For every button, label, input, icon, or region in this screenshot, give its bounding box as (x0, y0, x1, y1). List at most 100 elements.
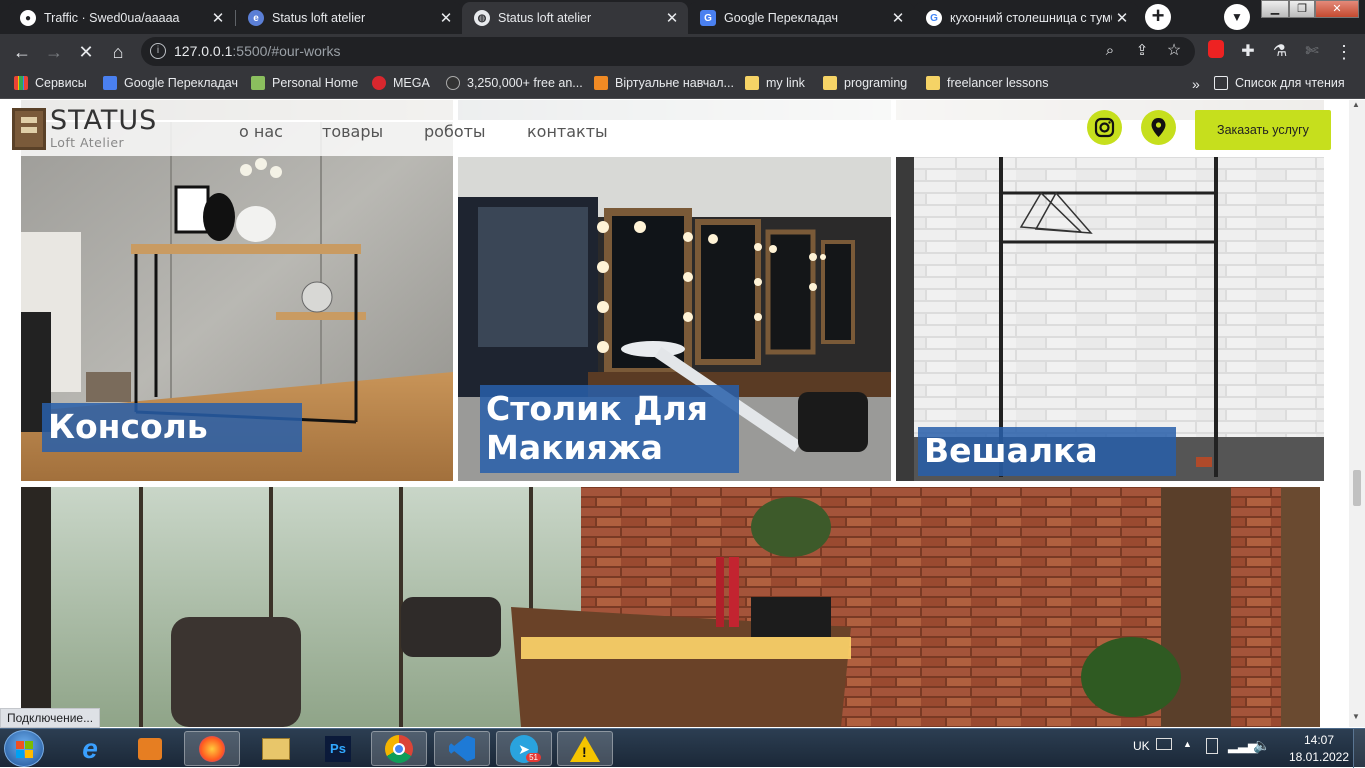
work-photo-salon[interactable] (21, 487, 1320, 727)
bookmark-folder-programing[interactable]: programing (823, 76, 907, 90)
bookmark-label: Віртуальне навчал... (615, 76, 734, 90)
extensions-icon[interactable]: ✚ (1236, 40, 1260, 64)
tab-google-search[interactable]: G кухонний столешница с тумб ✕ (914, 2, 1138, 34)
logo-mark-icon[interactable] (12, 108, 46, 150)
nav-about[interactable]: о нас (239, 122, 283, 141)
bookmark-translate[interactable]: Google Перекладач (103, 76, 238, 90)
back-icon[interactable]: ← (10, 40, 34, 64)
reading-list-button[interactable]: Список для чтения (1214, 76, 1345, 90)
folder-icon (745, 76, 759, 90)
map-pin-icon[interactable] (1141, 110, 1176, 145)
tab-status-1[interactable]: e Status loft atelier ✕ (236, 2, 462, 34)
close-icon[interactable]: ✕ (1112, 9, 1132, 27)
tab-translate[interactable]: G Google Перекладач ✕ (688, 2, 914, 34)
close-icon[interactable]: ✕ (436, 9, 456, 27)
internet-explorer-icon[interactable]: e (62, 731, 118, 766)
tab-title: Traffic · Swed0ua/aaaaa (44, 11, 180, 25)
tab-github[interactable]: ● Traffic · Swed0ua/aaaaa ✕ (8, 2, 234, 34)
chrome-icon[interactable] (371, 731, 427, 766)
bookmark-mega[interactable]: MEGA (372, 76, 430, 90)
maximize-button[interactable]: ❐ (1289, 0, 1315, 18)
bookmark-folder-my-link[interactable]: my link (745, 76, 805, 90)
folder-icon (823, 76, 837, 90)
scroll-down-icon[interactable]: ▼ (1352, 712, 1360, 721)
url-host: 127.0.0.1 (174, 43, 233, 59)
file-explorer-icon[interactable] (248, 731, 304, 766)
close-icon[interactable]: ✕ (662, 9, 682, 27)
folder-icon (926, 76, 940, 90)
bookmark-folder-freelancer[interactable]: freelancer lessons (926, 76, 1048, 90)
bookmark-star-icon[interactable]: ☆ (1162, 39, 1186, 63)
stop-loading-icon[interactable]: ✕ (74, 40, 98, 64)
logo-title[interactable]: STATUS (50, 105, 157, 136)
page-viewport: Консоль Столик Для Макияжа Вешалка STATU… (0, 100, 1349, 727)
extension-red-icon[interactable] (1204, 40, 1228, 64)
google-translate-icon (103, 76, 117, 90)
scroll-up-icon[interactable]: ▲ (1352, 100, 1360, 109)
clock[interactable]: 14:07 18.01.2022 (1283, 733, 1355, 764)
scrollbar-thumb[interactable] (1353, 470, 1361, 506)
clock-time: 14:07 (1303, 733, 1335, 747)
close-icon[interactable]: ✕ (208, 9, 228, 27)
warning-app-icon[interactable]: ! (557, 731, 613, 766)
new-tab-button[interactable]: + (1145, 4, 1171, 30)
work-photo-console[interactable]: Консоль (21, 122, 453, 481)
share-icon[interactable]: ⇪ (1130, 39, 1154, 63)
volume-icon[interactable]: 🔈 (1253, 737, 1270, 754)
keyboard-icon[interactable] (1156, 738, 1172, 750)
work-caption: Консоль (42, 403, 302, 452)
page-scrollbar[interactable]: ▲ ▼ (1349, 100, 1365, 727)
clock-date: 18.01.2022 (1288, 750, 1350, 764)
close-window-button[interactable]: ✕ (1315, 0, 1359, 18)
google-translate-icon: G (700, 10, 716, 26)
battery-icon[interactable] (1206, 738, 1218, 754)
globe-icon: ◍ (474, 10, 490, 26)
bookmark-services[interactable]: Сервисы (14, 76, 87, 90)
bookmark-label: 3,250,000+ free an... (467, 76, 583, 90)
site-icon: e (248, 10, 264, 26)
bookmark-label: MEGA (393, 76, 430, 90)
bookmark-virtual[interactable]: Віртуальне навчал... (594, 76, 734, 90)
forward-icon[interactable]: → (42, 40, 66, 64)
firefox-icon[interactable] (184, 731, 240, 766)
site-info-icon[interactable]: i (150, 43, 166, 59)
bookmark-label: Google Перекладач (124, 76, 238, 90)
zoom-icon[interactable]: ⌕ (1098, 39, 1122, 63)
bookmark-personal-home[interactable]: Personal Home (251, 76, 358, 90)
work-photo-hanger[interactable]: Вешалка (896, 157, 1324, 481)
tab-title: Status loft atelier (498, 11, 592, 25)
bookmark-free-an[interactable]: 3,250,000+ free an... (446, 76, 583, 90)
nav-contacts[interactable]: контакты (527, 122, 608, 141)
order-service-button[interactable]: Заказать услугу (1195, 110, 1331, 150)
tab-strip: ● Traffic · Swed0ua/aaaaa ✕ e Status lof… (0, 0, 1365, 34)
show-desktop-button[interactable] (1353, 729, 1365, 768)
bookmark-icon (594, 76, 608, 90)
reading-list-icon (1214, 76, 1228, 90)
photoshop-icon[interactable]: Ps (310, 731, 366, 766)
minimize-button[interactable]: ▁ (1261, 0, 1289, 18)
tab-status-active[interactable]: ◍ Status loft atelier ✕ (462, 2, 688, 34)
google-icon: G (926, 10, 942, 26)
work-caption: Вешалка (918, 427, 1176, 476)
work-photo-makeup-table[interactable]: Столик Для Макияжа (458, 157, 891, 481)
nav-works[interactable]: роботы (424, 122, 486, 141)
home-icon[interactable]: ⌂ (106, 40, 130, 64)
more-bookmarks-icon[interactable]: » (1192, 76, 1200, 92)
menu-icon[interactable]: ⋮ (1332, 40, 1356, 64)
extension-icon[interactable]: ✄ (1300, 40, 1324, 64)
tab-search-icon[interactable]: ▼ (1224, 4, 1250, 30)
media-player-icon[interactable] (122, 731, 178, 766)
bookmark-icon (446, 76, 460, 90)
start-button[interactable] (4, 730, 44, 767)
instagram-icon[interactable] (1087, 110, 1122, 145)
show-hidden-icons-icon[interactable]: ▲ (1183, 739, 1192, 749)
telegram-icon[interactable]: ➤ 51 (496, 731, 552, 766)
labs-icon[interactable]: ⚗ (1268, 40, 1292, 64)
nav-products[interactable]: товары (322, 122, 383, 141)
address-bar[interactable]: i 127.0.0.1:5500/#our-works ⌕ ⇪ ☆ (141, 37, 1195, 66)
url-text[interactable]: 127.0.0.1:5500/#our-works (174, 43, 341, 59)
vscode-icon[interactable] (434, 731, 490, 766)
close-icon[interactable]: ✕ (888, 9, 908, 27)
telegram-badge: 51 (526, 753, 541, 762)
language-indicator[interactable]: UK (1133, 739, 1150, 753)
